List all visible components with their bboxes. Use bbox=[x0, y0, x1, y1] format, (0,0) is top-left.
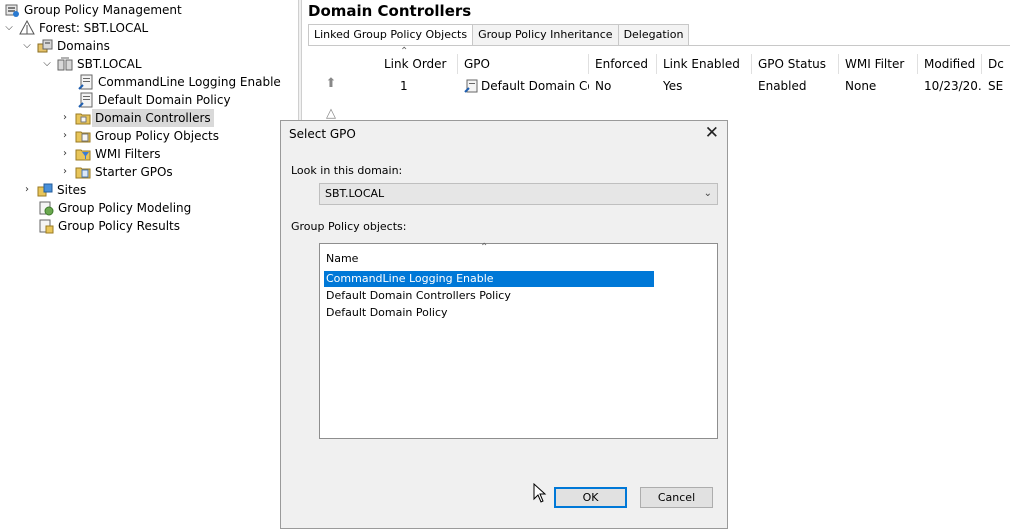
cell-gpo[interactable]: Default Domain Con... bbox=[458, 78, 589, 94]
starter-gpo-folder-icon bbox=[75, 164, 91, 180]
tree-item-group-policy-objects[interactable]: › Group Policy Objects bbox=[60, 127, 219, 145]
objects-label: Group Policy objects: bbox=[291, 220, 407, 233]
tree-item-label: WMI Filters bbox=[95, 147, 161, 161]
tree-item-label: Domain Controllers bbox=[92, 109, 214, 127]
tree-item-wmi-filters[interactable]: › WMI Filters bbox=[60, 145, 161, 163]
col-name-header[interactable]: Name bbox=[326, 252, 358, 265]
col-link-order[interactable]: Link Order bbox=[372, 54, 458, 74]
list-item-commandline-logging[interactable]: CommandLine Logging Enable bbox=[324, 271, 654, 287]
tree-forest-label: Forest: SBT.LOCAL bbox=[39, 21, 149, 35]
domain-icon bbox=[57, 56, 73, 72]
chevron-right-icon[interactable]: › bbox=[22, 181, 32, 199]
tree-item-default-domain-policy[interactable]: Default Domain Policy bbox=[78, 91, 231, 109]
modeling-icon bbox=[38, 200, 54, 216]
tree-results-label: Group Policy Results bbox=[58, 219, 181, 233]
tree-domains-label: Domains bbox=[57, 39, 110, 53]
gpo-link-icon bbox=[78, 92, 94, 108]
gpo-link-icon bbox=[464, 79, 478, 93]
gpm-icon bbox=[4, 2, 20, 18]
tab-strip: Linked Group Policy Objects Group Policy… bbox=[308, 24, 690, 46]
mouse-cursor-icon bbox=[533, 483, 547, 503]
tree-root[interactable]: Group Policy Management bbox=[4, 1, 182, 19]
cell-gpo-status[interactable]: Enabled bbox=[752, 78, 839, 94]
chevron-down-icon[interactable]: ⌵ bbox=[42, 55, 52, 73]
tree-item-label: Default Domain Policy bbox=[98, 93, 231, 107]
tree-modeling[interactable]: Group Policy Modeling bbox=[38, 199, 191, 217]
tree-item-label: CommandLine Logging Enable bbox=[98, 75, 281, 89]
results-icon bbox=[38, 218, 54, 234]
chevron-right-icon[interactable]: › bbox=[60, 109, 70, 127]
tree-modeling-label: Group Policy Modeling bbox=[58, 201, 192, 215]
tree-item-label: Group Policy Objects bbox=[95, 129, 220, 143]
gpo-link-icon bbox=[78, 74, 94, 90]
dialog-title: Select GPO bbox=[289, 127, 356, 141]
ou-folder-icon bbox=[75, 110, 91, 126]
tree-domain-label: SBT.LOCAL bbox=[77, 57, 142, 71]
col-wmi-filter[interactable]: WMI Filter bbox=[839, 54, 918, 74]
tree-sites[interactable]: › Sites bbox=[22, 181, 86, 199]
tree-sites-label: Sites bbox=[57, 183, 87, 197]
domains-icon bbox=[37, 38, 53, 54]
tree-item-commandline-logging[interactable]: CommandLine Logging Enable bbox=[78, 73, 281, 91]
sort-up-icon: ⌃ bbox=[480, 242, 489, 253]
tree-forest[interactable]: ⌵ Forest: SBT.LOCAL bbox=[4, 19, 148, 37]
ok-button[interactable]: OK bbox=[554, 487, 627, 508]
cell-link-enabled[interactable]: Yes bbox=[657, 78, 752, 94]
page-title: Domain Controllers bbox=[308, 2, 472, 20]
forest-icon bbox=[19, 19, 35, 36]
chevron-right-icon[interactable]: › bbox=[60, 163, 70, 181]
console-tree: Group Policy Management ⌵ Forest: SBT.LO… bbox=[0, 0, 298, 529]
chevron-right-icon[interactable]: › bbox=[60, 145, 70, 163]
col-enforced[interactable]: Enforced bbox=[589, 54, 657, 74]
domain-select-value: SBT.LOCAL bbox=[325, 187, 385, 200]
select-gpo-dialog: Select GPO ✕ Look in this domain: SBT.LO… bbox=[280, 120, 728, 529]
col-gpo[interactable]: GPO bbox=[458, 54, 589, 74]
gpo-listbox[interactable]: ⌃ Name CommandLine Logging Enable Defaul… bbox=[319, 242, 718, 439]
sites-icon bbox=[37, 182, 53, 198]
chevron-down-icon[interactable]: ⌄ bbox=[704, 184, 712, 204]
look-in-label: Look in this domain: bbox=[291, 164, 403, 177]
tab-delegation[interactable]: Delegation bbox=[617, 24, 690, 45]
cell-modified[interactable]: 10/23/20... bbox=[918, 78, 982, 94]
close-icon[interactable]: ✕ bbox=[705, 123, 719, 143]
gpo-folder-icon bbox=[75, 128, 91, 144]
cell-gpo-label: Default Domain Con... bbox=[481, 79, 589, 93]
chevron-down-icon[interactable]: ⌵ bbox=[4, 19, 14, 37]
tree-root-label: Group Policy Management bbox=[24, 3, 182, 17]
cell-enforced[interactable]: No bbox=[589, 78, 657, 94]
cell-wmi-filter[interactable]: None bbox=[839, 78, 918, 94]
tab-linked-gpos[interactable]: Linked Group Policy Objects bbox=[308, 24, 474, 46]
tree-domain-sbt[interactable]: ⌵ SBT.LOCAL bbox=[42, 55, 142, 73]
tree-domains[interactable]: ⌵ Domains bbox=[22, 37, 110, 55]
domain-select[interactable]: SBT.LOCAL ⌄ bbox=[319, 183, 718, 205]
list-item-default-dc-policy[interactable]: Default Domain Controllers Policy bbox=[324, 288, 654, 304]
chevron-right-icon[interactable]: › bbox=[60, 127, 70, 145]
tab-gp-inheritance[interactable]: Group Policy Inheritance bbox=[472, 24, 619, 45]
col-link-enabled[interactable]: Link Enabled bbox=[657, 54, 752, 74]
tree-results[interactable]: Group Policy Results bbox=[38, 217, 180, 235]
cell-domain[interactable]: SE bbox=[982, 78, 1010, 94]
cancel-button[interactable]: Cancel bbox=[640, 487, 713, 508]
col-modified[interactable]: Modified bbox=[918, 54, 982, 74]
cell-link-order[interactable]: 1 bbox=[372, 78, 458, 94]
wmi-folder-icon bbox=[75, 146, 91, 162]
col-gpo-status[interactable]: GPO Status bbox=[752, 54, 839, 74]
tree-item-domain-controllers[interactable]: › Domain Controllers bbox=[60, 109, 214, 127]
list-item-default-domain-policy[interactable]: Default Domain Policy bbox=[324, 305, 654, 321]
chevron-down-icon[interactable]: ⌵ bbox=[22, 37, 32, 55]
tree-item-label: Starter GPOs bbox=[95, 165, 173, 179]
tree-item-starter-gpos[interactable]: › Starter GPOs bbox=[60, 163, 173, 181]
sort-up-icon: ⌃ bbox=[400, 46, 409, 57]
move-up-icon[interactable]: ⬆ bbox=[322, 76, 340, 92]
col-domain[interactable]: Dc bbox=[982, 54, 1010, 74]
